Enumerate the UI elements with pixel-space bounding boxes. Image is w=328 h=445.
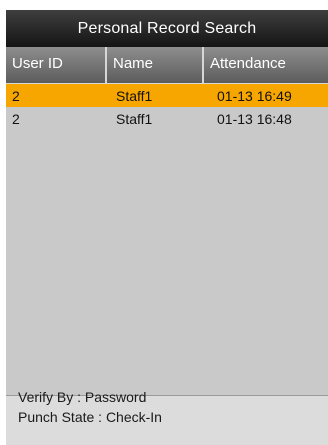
table-row[interactable]: 2 Staff1 01-13 16:48 xyxy=(6,107,328,130)
record-list: 2 Staff1 01-13 16:49 2 Staff1 01-13 16:4… xyxy=(6,84,328,130)
cell-user-id: 2 xyxy=(12,110,20,127)
page-title: Personal Record Search xyxy=(6,10,328,47)
table-row-selected[interactable]: 2 Staff1 01-13 16:49 xyxy=(6,84,328,107)
punch-state-text: Punch State : Check-In xyxy=(18,409,162,425)
column-header-user-id[interactable]: User ID xyxy=(6,47,107,83)
column-header-name[interactable]: Name xyxy=(107,47,204,83)
record-search-screen: Personal Record Search User ID Name Atte… xyxy=(6,10,328,445)
cell-name: Staff1 xyxy=(116,110,153,127)
cell-attendance: 01-13 16:48 xyxy=(217,110,292,127)
verify-by-text: Verify By : Password xyxy=(18,389,147,405)
record-detail-footer: Verify By : Password Punch State : Check… xyxy=(6,389,328,445)
cell-user-id: 2 xyxy=(12,87,20,104)
table-header: User ID Name Attendance xyxy=(6,47,328,84)
cell-attendance: 01-13 16:49 xyxy=(217,87,292,104)
column-header-attendance[interactable]: Attendance xyxy=(204,47,328,83)
cell-name: Staff1 xyxy=(116,87,153,104)
